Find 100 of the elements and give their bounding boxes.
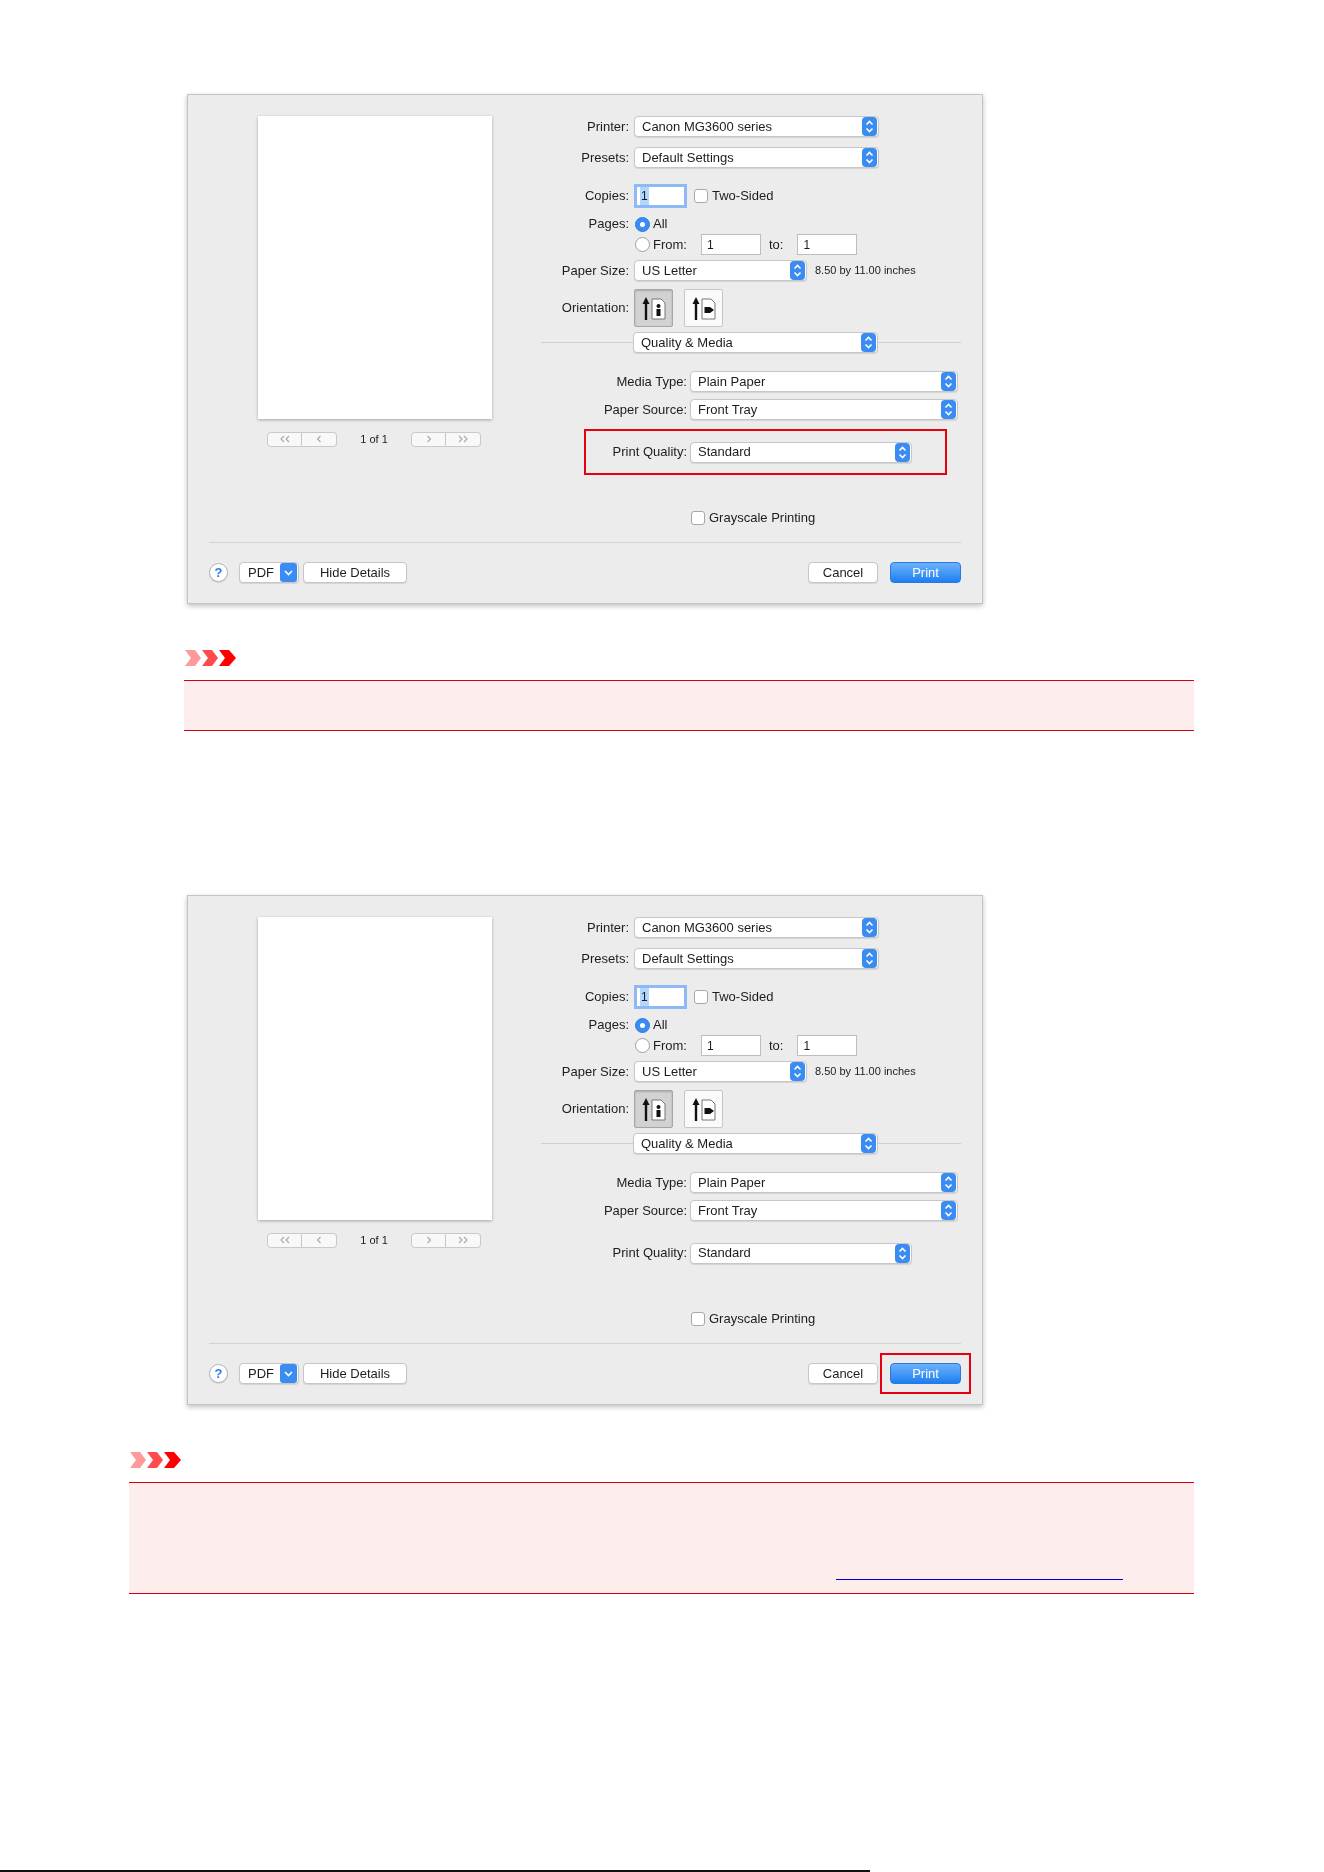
field-label: Paper Source: xyxy=(603,400,687,419)
up-down-chevron-icon xyxy=(862,918,877,937)
portrait-page-icon xyxy=(641,1097,666,1121)
checkbox[interactable] xyxy=(691,511,705,525)
up-down-chevron-icon xyxy=(941,372,956,391)
printer-select[interactable]: Canon MG3600 series xyxy=(634,917,879,938)
print-quality-select[interactable]: Standard xyxy=(690,441,912,463)
hide-details-button[interactable]: Hide Details xyxy=(303,1363,407,1384)
from-page-field[interactable]: 1 xyxy=(701,1035,761,1056)
portrait-page-icon xyxy=(641,296,666,320)
pdf-menu-button[interactable]: PDF xyxy=(239,1363,299,1384)
pdf-menu-button[interactable]: PDF xyxy=(239,562,299,583)
landscape-orientation-button[interactable] xyxy=(684,1090,723,1128)
up-down-chevron-icon xyxy=(790,261,805,280)
field-label: Print Quality: xyxy=(612,1244,687,1263)
double-chevron-right-icon xyxy=(458,1236,468,1245)
field-label: Printer: xyxy=(587,117,629,136)
field-label: Media Type: xyxy=(616,1173,687,1192)
to-page-field[interactable]: 1 xyxy=(797,234,858,255)
panel-select[interactable]: Quality & Media xyxy=(633,332,878,353)
panel-select[interactable]: Quality & Media xyxy=(633,1133,878,1154)
page-indicator: 1 of 1 xyxy=(360,432,388,447)
field-label: Pages: xyxy=(588,215,629,234)
first-page-button[interactable] xyxy=(267,431,302,447)
last-page-button[interactable] xyxy=(446,431,481,447)
print-quality-select[interactable]: Standard xyxy=(690,1242,912,1264)
checkbox[interactable] xyxy=(694,990,708,1004)
radio-label: All xyxy=(653,1016,668,1035)
up-down-chevron-icon xyxy=(861,333,876,352)
checkbox-label: Grayscale Printing xyxy=(709,509,816,528)
presets-select[interactable]: Default Settings xyxy=(634,147,879,168)
up-down-chevron-icon xyxy=(895,442,910,462)
radio-button[interactable] xyxy=(635,237,650,252)
field-label: Copies: xyxy=(584,988,629,1007)
from-page-field[interactable]: 1 xyxy=(701,234,761,255)
next-page-button[interactable] xyxy=(411,431,446,447)
next-page-button[interactable] xyxy=(411,1232,446,1248)
portrait-orientation-button[interactable] xyxy=(634,1090,673,1128)
double-chevron-right-icon xyxy=(458,435,468,444)
media-type-select[interactable]: Plain Paper xyxy=(690,371,958,392)
paper-source-select[interactable]: Front Tray xyxy=(690,399,958,420)
field-label: Copies: xyxy=(584,187,629,206)
radio-button[interactable] xyxy=(635,1017,650,1033)
copies-field[interactable]: 1 xyxy=(634,985,687,1009)
field-label: Printer: xyxy=(587,918,629,937)
to-page-field[interactable]: 1 xyxy=(797,1035,858,1056)
double-chevron-left-icon xyxy=(279,1236,290,1245)
field-label: Presets: xyxy=(581,949,629,968)
chevron-right-icon xyxy=(425,1236,432,1245)
field-label: Print Quality: xyxy=(612,443,687,462)
checkbox[interactable] xyxy=(691,1312,705,1326)
up-down-chevron-icon xyxy=(941,1201,956,1220)
cancel-button[interactable]: Cancel xyxy=(808,1363,878,1384)
important-chevrons-icon xyxy=(130,1452,181,1468)
copies-field[interactable]: 1 xyxy=(634,184,687,208)
paper-size-select[interactable]: US Letter xyxy=(634,260,807,281)
landscape-orientation-button[interactable] xyxy=(684,289,723,327)
radio-label: From: xyxy=(653,1036,687,1055)
help-button[interactable]: ? xyxy=(209,1364,228,1383)
portrait-orientation-button[interactable] xyxy=(634,289,673,327)
last-page-button[interactable] xyxy=(446,1232,481,1248)
chevron-left-icon xyxy=(316,1236,322,1245)
paper-source-select[interactable]: Front Tray xyxy=(690,1200,958,1221)
chevron-down-icon xyxy=(280,563,297,582)
field-label: Pages: xyxy=(588,1016,629,1035)
previous-page-button[interactable] xyxy=(302,1232,337,1248)
paper-size-note: 8.50 by 11.00 inches xyxy=(815,1064,916,1080)
field-label: Paper Size: xyxy=(561,1062,629,1081)
up-down-chevron-icon xyxy=(790,1062,805,1081)
up-down-chevron-icon xyxy=(861,1134,876,1153)
printer-select[interactable]: Canon MG3600 series xyxy=(634,116,879,137)
checkbox[interactable] xyxy=(694,189,708,203)
up-down-chevron-icon xyxy=(862,117,877,136)
paper-size-select[interactable]: US Letter xyxy=(634,1061,807,1082)
checkbox-label: Two-Sided xyxy=(712,988,774,1007)
important-chevrons-icon xyxy=(185,650,236,666)
previous-page-button[interactable] xyxy=(302,431,337,447)
cancel-button[interactable]: Cancel xyxy=(808,562,878,583)
up-down-chevron-icon xyxy=(862,148,877,167)
help-button[interactable]: ? xyxy=(209,563,228,582)
hide-details-button[interactable]: Hide Details xyxy=(303,562,407,583)
up-down-chevron-icon xyxy=(941,1173,956,1192)
chevron-left-icon xyxy=(316,435,322,444)
up-down-chevron-icon xyxy=(941,400,956,419)
radio-label: All xyxy=(653,215,668,234)
media-type-select[interactable]: Plain Paper xyxy=(690,1172,958,1193)
field-label: to: xyxy=(769,1036,784,1055)
field-label: Media Type: xyxy=(616,372,687,391)
field-label: Orientation: xyxy=(561,299,629,318)
field-label: Paper Source: xyxy=(603,1201,687,1220)
first-page-button[interactable] xyxy=(267,1232,302,1248)
field-label: to: xyxy=(769,235,784,254)
up-down-chevron-icon xyxy=(895,1243,910,1263)
up-down-chevron-icon xyxy=(862,949,877,968)
presets-select[interactable]: Default Settings xyxy=(634,948,879,969)
radio-button[interactable] xyxy=(635,216,650,232)
radio-button[interactable] xyxy=(635,1038,650,1053)
chevron-down-icon xyxy=(280,1364,297,1383)
checkbox-label: Two-Sided xyxy=(712,187,774,206)
field-label: Paper Size: xyxy=(561,261,629,280)
